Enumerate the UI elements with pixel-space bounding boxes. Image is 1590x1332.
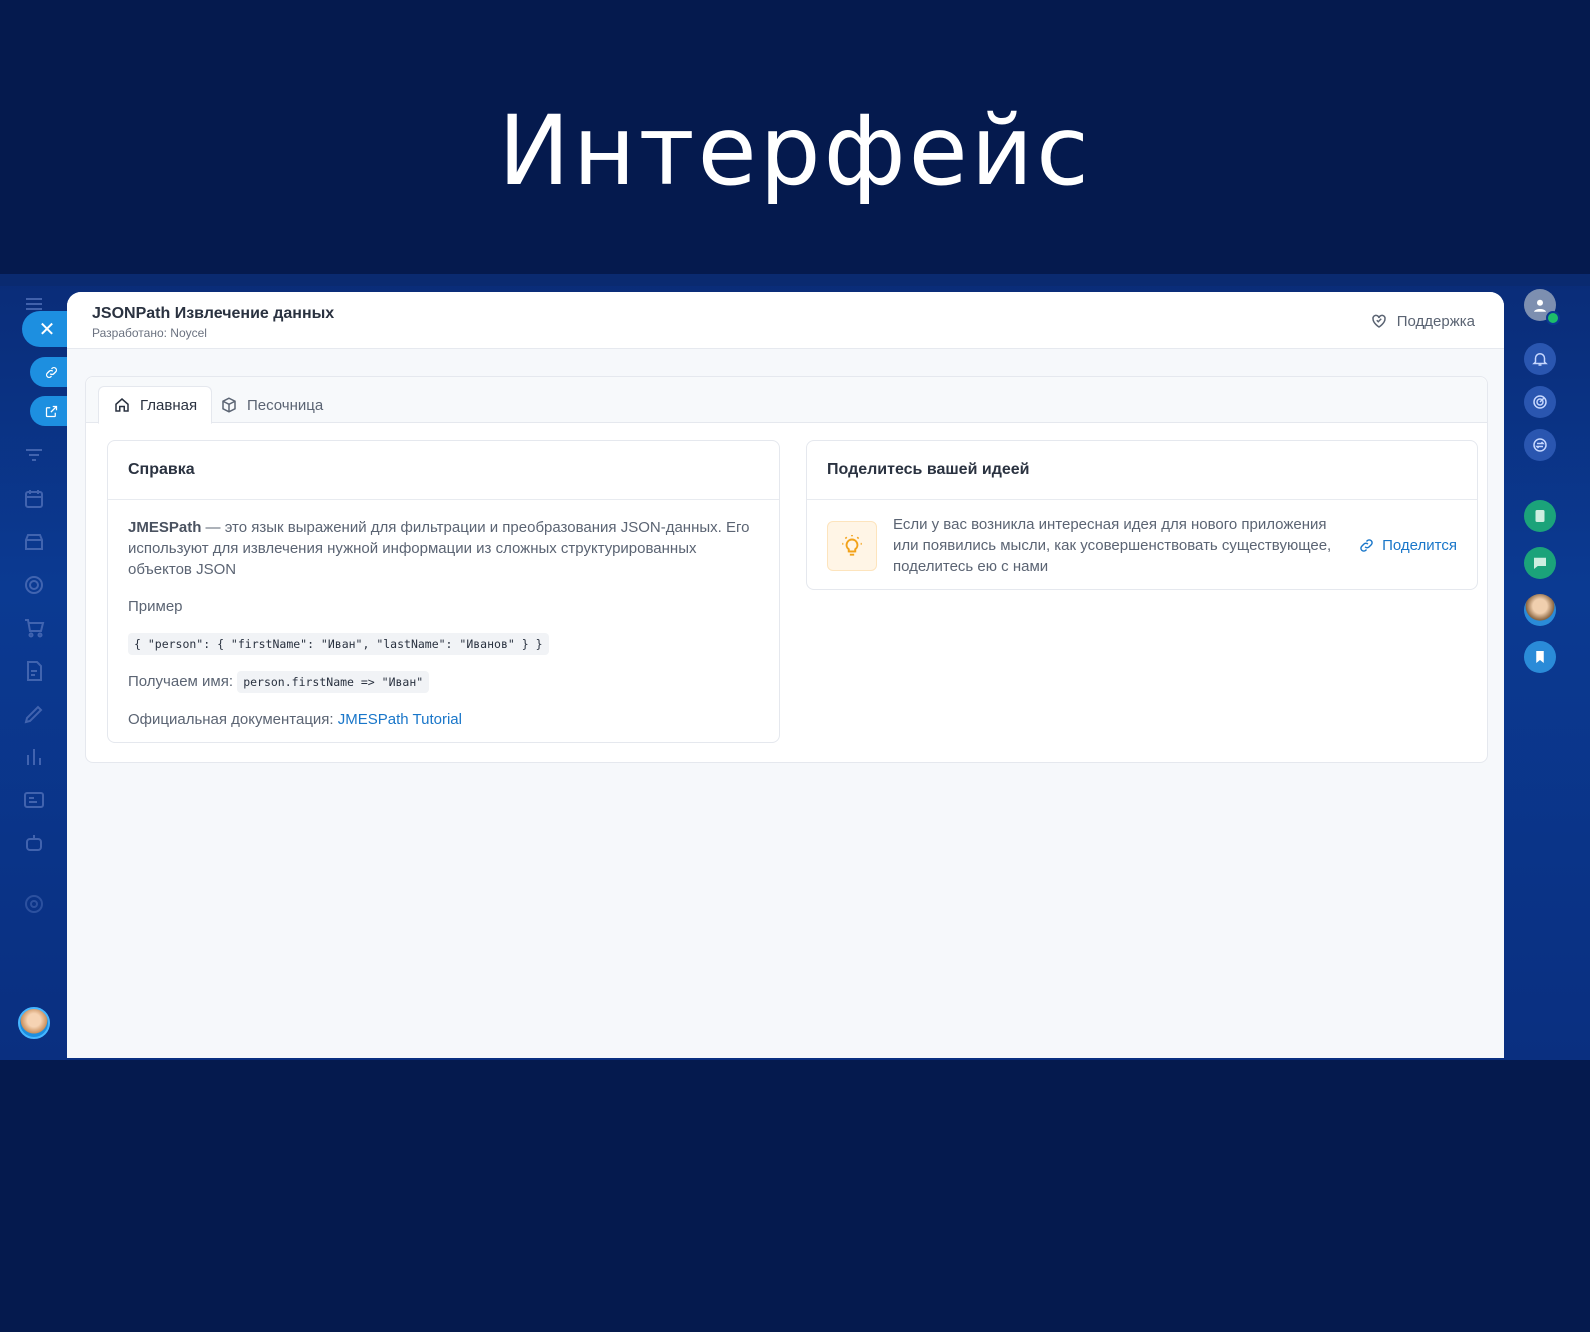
tab-sandbox-label: Песочница	[247, 396, 324, 414]
hero-title: Интерфейс	[498, 95, 1092, 207]
example-label: Пример	[128, 598, 183, 615]
app-title: JSONPath Извлечение данных	[92, 305, 335, 322]
app-window: JSONPath Извлечение данных Разработано: …	[67, 292, 1504, 1058]
chat-app-button[interactable]	[1524, 547, 1556, 579]
user-icon	[1534, 299, 1546, 312]
support-label: Поддержка	[1396, 312, 1475, 330]
result-code: person.firstName => "Иван"	[237, 671, 430, 693]
bell-icon	[1532, 353, 1548, 366]
idea-heading: Поделитесь вашей идеей	[807, 441, 1477, 500]
box-icon	[222, 397, 236, 413]
external-link-icon	[45, 405, 57, 417]
online-status-badge	[1546, 311, 1560, 325]
app-developer: Разработано: Noycel	[92, 326, 207, 340]
help-description-text: — это язык выражений для фильтрации и пр…	[128, 519, 750, 578]
notifications-button[interactable]	[1524, 343, 1556, 375]
radar-icon	[1533, 395, 1547, 409]
sync-button[interactable]	[1524, 429, 1556, 461]
lightbulb-icon	[827, 520, 877, 571]
id-card-icon[interactable]	[22, 788, 46, 812]
filter-icon[interactable]	[22, 444, 46, 468]
help-term: JMESPath	[128, 519, 202, 536]
chat-icon	[1534, 557, 1546, 569]
document-edit-icon[interactable]	[22, 659, 46, 683]
target-icon[interactable]	[22, 573, 46, 597]
cart-icon[interactable]	[22, 616, 46, 640]
sync-icon	[1533, 438, 1547, 452]
result-label: Получаем имя:	[128, 673, 234, 690]
example-code: { "person": { "firstName": "Иван", "last…	[128, 633, 549, 655]
tab-bar: Главная Песочница	[86, 377, 1487, 424]
docs-link[interactable]: JMESPath Tutorial	[338, 711, 462, 728]
close-icon: ✕	[38, 318, 56, 341]
calendar-icon[interactable]	[22, 487, 46, 511]
pencil-icon[interactable]	[22, 702, 46, 726]
copy-link-button[interactable]	[30, 357, 72, 387]
link-icon	[45, 366, 57, 378]
support-button[interactable]: Поддержка	[1370, 312, 1475, 330]
assistant-avatar[interactable]	[1524, 594, 1556, 626]
help-description: JMESPath — это язык выражений для фильтр…	[128, 517, 759, 580]
idea-card: Поделитесь вашей идеей Если у вас возник…	[806, 440, 1478, 590]
notes-app-button[interactable]	[1524, 500, 1556, 532]
bookmarks-button[interactable]	[1524, 641, 1556, 673]
docs-label: Официальная документация:	[128, 711, 334, 728]
result-line: Получаем имя: person.firstName => "Иван"	[128, 671, 759, 693]
app-topbar	[0, 274, 1590, 286]
link-icon	[1360, 539, 1373, 552]
docs-line: Официальная документация: JMESPath Tutor…	[128, 709, 759, 730]
tabs-container: Главная Песочница Справка JMESPath — это…	[85, 376, 1488, 763]
tab-home[interactable]: Главная	[98, 386, 213, 424]
share-idea-button[interactable]: Поделится	[1358, 537, 1457, 554]
tab-home-label: Главная	[140, 396, 198, 414]
heart-handshake-icon	[1371, 314, 1386, 328]
robot-icon[interactable]	[22, 831, 46, 855]
help-card: Справка JMESPath — это язык выражений дл…	[107, 440, 780, 743]
tab-sandbox[interactable]: Песочница	[206, 386, 337, 424]
share-label: Поделится	[1382, 537, 1457, 554]
home-icon	[115, 398, 129, 412]
notes-icon	[1535, 510, 1545, 522]
close-app-button[interactable]: ✕	[22, 311, 72, 347]
window-header: JSONPath Извлечение данных Разработано: …	[67, 292, 1504, 349]
idea-text: Если у вас возникла интересная идея для …	[893, 516, 1332, 575]
bar-chart-icon[interactable]	[22, 745, 46, 769]
help-heading: Справка	[108, 441, 779, 500]
store-icon[interactable]	[22, 530, 46, 554]
radar-button[interactable]	[1524, 386, 1556, 418]
settings-icon[interactable]	[22, 892, 46, 916]
user-avatar[interactable]	[18, 1007, 50, 1039]
bookmark-icon	[1536, 651, 1544, 663]
open-external-button[interactable]	[30, 396, 72, 426]
